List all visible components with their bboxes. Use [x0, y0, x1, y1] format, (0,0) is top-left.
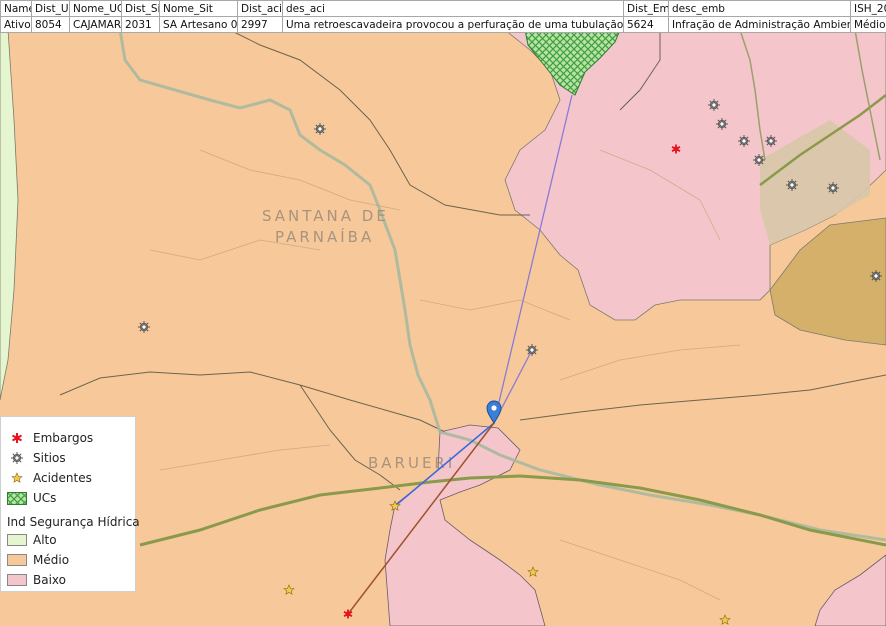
legend-item-ucs: UCs — [7, 489, 56, 507]
legend-label: Sitios — [33, 451, 66, 465]
table-row[interactable]: Ativo 8054 CAJAMAR 2031 SA Artesano 01 2… — [0, 16, 886, 33]
legend-label: Baixo — [33, 573, 66, 587]
star-icon — [7, 471, 27, 485]
table-header-cell[interactable]: Nome_Sit — [159, 0, 238, 17]
table-header-cell[interactable]: Dist_UC — [31, 0, 70, 17]
table-header-cell[interactable]: Dist_acid — [237, 0, 283, 17]
gear-icon — [7, 451, 27, 465]
table-header-cell[interactable]: ISH_203 — [850, 0, 886, 17]
legend-class-medio: Médio — [7, 551, 69, 569]
legend-title: Ind Segurança Hídrica — [7, 515, 140, 529]
table-header-cell[interactable]: Dist_Sit — [121, 0, 160, 17]
table-header-row: Name Dist_UC Nome_UC Dist_Sit Nome_Sit D… — [0, 0, 886, 17]
legend-swatch — [7, 534, 27, 546]
legend-swatch — [7, 574, 27, 586]
table-header-cell[interactable]: desc_emb — [668, 0, 851, 17]
legend-label: Embargos — [33, 431, 94, 445]
legend-label: Alto — [33, 533, 57, 547]
legend-swatch — [7, 554, 27, 566]
table-cell: 2997 — [237, 16, 283, 33]
table-cell: Uma retroescavadeira provocou a perfuraç… — [282, 16, 624, 33]
map-legend: Embargos Sitios Acidentes UCs Ind Segura… — [0, 416, 140, 592]
legend-item-embargos: Embargos — [7, 429, 93, 447]
table-cell: 8054 — [31, 16, 70, 33]
legend-class-baixo: Baixo — [7, 571, 66, 589]
legend-item-acidentes: Acidentes — [7, 469, 92, 487]
city-label-parnaiba: PARNAÍBA — [275, 227, 374, 246]
legend-label: Acidentes — [33, 471, 92, 485]
table-cell: CAJAMAR — [69, 16, 122, 33]
legend-label: Médio — [33, 553, 70, 567]
table-cell: Médio — [850, 16, 886, 33]
attribute-table: Name Dist_UC Nome_UC Dist_Sit Nome_Sit D… — [0, 0, 886, 33]
table-cell: 5624 — [623, 16, 669, 33]
crosshatch-icon — [7, 491, 27, 505]
table-header-cell[interactable]: Dist_Emb — [623, 0, 669, 17]
table-cell: Infração de Administração Ambiental — [668, 16, 851, 33]
table-cell: SA Artesano 01 — [159, 16, 238, 33]
red-asterisk-icon — [7, 431, 27, 445]
legend-class-alto: Alto — [7, 531, 57, 549]
table-header-cell[interactable]: Name — [0, 0, 32, 17]
legend-label: UCs — [33, 491, 57, 505]
legend-item-sitios: Sitios — [7, 449, 66, 467]
table-header-cell[interactable]: Nome_UC — [69, 0, 122, 17]
table-cell: Ativo — [0, 16, 32, 33]
table-header-cell[interactable]: des_aci — [282, 0, 624, 17]
city-label-santana: SANTANA DE — [262, 207, 389, 225]
table-cell: 2031 — [121, 16, 160, 33]
city-label-barueri: BARUERI — [368, 454, 455, 472]
